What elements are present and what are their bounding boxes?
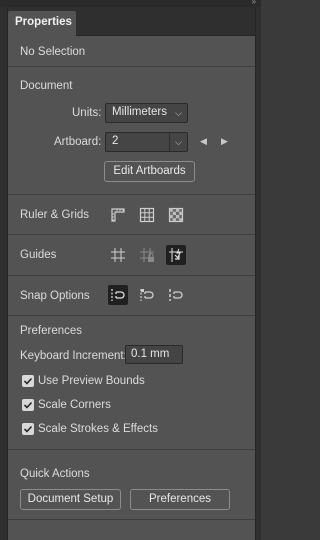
artboard-value: 2 — [112, 135, 119, 147]
next-artboard-icon[interactable]: ▶ — [221, 136, 228, 147]
units-label: Units: — [72, 107, 102, 119]
show-guides-icon[interactable] — [108, 245, 128, 265]
grid-icon[interactable] — [137, 205, 157, 225]
divider — [8, 315, 255, 316]
selection-status: No Selection — [20, 46, 86, 58]
quick-actions-heading: Quick Actions — [20, 468, 90, 480]
divider — [8, 449, 255, 450]
lock-guides-icon[interactable] — [137, 245, 157, 265]
snap-to-grid-icon[interactable] — [166, 285, 186, 305]
scale-strokes-effects-checkbox[interactable] — [22, 423, 34, 435]
divider — [8, 66, 255, 67]
edit-artboards-button[interactable]: Edit Artboards — [104, 161, 195, 182]
artboard-dropdown[interactable]: 2 ⌵ — [105, 132, 188, 152]
snap-to-pixel-icon[interactable] — [137, 285, 157, 305]
transparency-grid-icon[interactable] — [166, 205, 186, 225]
snap-options-label: Snap Options — [20, 290, 90, 302]
guides-label: Guides — [20, 249, 57, 261]
scale-strokes-effects-label: Scale Strokes & Effects — [38, 423, 158, 435]
chevron-down-icon: ⌵ — [175, 108, 182, 118]
document-heading: Document — [20, 80, 73, 92]
use-preview-bounds-checkbox[interactable] — [22, 375, 34, 387]
panel-top-bar: ›› — [0, 0, 261, 7]
collapse-panel-icon[interactable]: ›› — [252, 0, 256, 6]
divider — [8, 275, 255, 276]
tab-properties[interactable]: Properties — [8, 11, 76, 36]
scale-corners-label: Scale Corners — [38, 399, 111, 411]
divider — [8, 234, 255, 235]
divider — [8, 194, 255, 195]
ruler-icon[interactable] — [108, 205, 128, 225]
units-value: Millimeters — [112, 106, 167, 118]
keyboard-increment-input[interactable]: 0.1 mm — [125, 345, 183, 364]
snap-to-point-icon[interactable] — [108, 285, 128, 305]
preferences-heading: Preferences — [20, 325, 83, 337]
artboard-label: Artboard: — [54, 136, 102, 148]
left-dock-edge — [0, 7, 8, 540]
scale-corners-checkbox[interactable] — [22, 399, 34, 411]
units-dropdown[interactable]: Millimeters ⌵ — [105, 103, 188, 123]
chevron-down-icon: ⌵ — [175, 137, 182, 147]
preferences-button[interactable]: Preferences — [130, 489, 230, 510]
keyboard-increment-label: Keyboard Increment: — [20, 350, 127, 362]
use-preview-bounds-label: Use Preview Bounds — [38, 375, 145, 387]
right-dock-edge — [255, 7, 261, 540]
previous-artboard-icon[interactable]: ◀ — [200, 136, 207, 147]
properties-panel: No Selection Document Units: Millimeters… — [8, 36, 255, 540]
document-setup-button[interactable]: Document Setup — [20, 489, 121, 510]
ruler-grids-label: Ruler & Grids — [20, 209, 90, 221]
smart-guides-icon[interactable] — [166, 245, 186, 265]
divider — [8, 519, 255, 520]
panel-tab-bar: Properties — [8, 7, 255, 36]
